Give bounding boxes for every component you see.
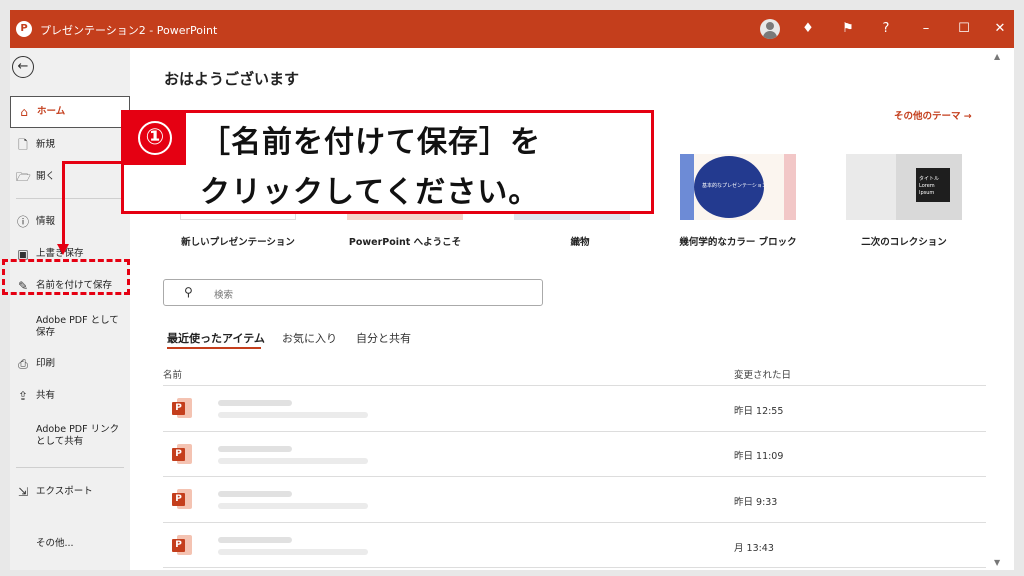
export-icon: ⇲ <box>17 485 29 499</box>
row-divider <box>163 476 986 477</box>
more-themes-link[interactable]: その他のテーマ → <box>894 108 972 122</box>
row-divider <box>163 522 986 523</box>
blurred-file-path <box>218 503 368 509</box>
blurred-file-name <box>218 537 292 543</box>
sidebar-item-share-adobe-pdf-link[interactable]: Adobe PDF リンクとして共有 <box>10 423 130 449</box>
template-label: 幾何学的なカラー ブロック <box>679 237 797 248</box>
scroll-up-icon[interactable]: ▲ <box>994 52 1000 61</box>
step-badge: ① <box>124 113 186 165</box>
pptx-file-icon: P <box>172 489 192 509</box>
lightbulb-icon[interactable]: ♦ <box>796 18 820 40</box>
home-icon: ⌂ <box>20 105 28 119</box>
blurred-file-name <box>218 491 292 497</box>
print-icon: ⎙ <box>18 357 28 371</box>
new-document-icon: 🗋 <box>18 138 28 152</box>
tab-recent[interactable]: 最近使ったアイテム <box>167 330 265 346</box>
row-divider <box>163 567 986 568</box>
blurred-file-path <box>218 458 368 464</box>
search-input[interactable]: ⚲ 検索 <box>163 279 543 306</box>
sidebar-item-label: Adobe PDF として保存 <box>36 315 119 338</box>
sidebar-item-label: 開く <box>36 171 56 182</box>
sidebar-item-label: エクスポート <box>36 486 93 497</box>
sidebar-item-more[interactable]: その他... <box>10 537 130 555</box>
row-divider <box>163 385 986 386</box>
sidebar-item-share[interactable]: ⇪ 共有 <box>10 389 130 407</box>
pptx-file-icon: P <box>172 398 192 418</box>
minimize-icon[interactable]: – <box>914 18 938 40</box>
maximize-icon[interactable]: ☐ <box>952 18 976 40</box>
scroll-down-icon[interactable]: ▼ <box>994 558 1000 567</box>
template-quadratic[interactable]: タイトル Lorem Ipsum <box>846 154 962 220</box>
search-icon: ⚲ <box>184 285 193 299</box>
sidebar-item-save-adobe-pdf[interactable]: Adobe PDF として保存 <box>10 314 130 340</box>
sidebar-item-label: 共有 <box>36 390 56 401</box>
info-icon: ⓘ <box>16 215 29 229</box>
sidebar-divider <box>16 198 124 199</box>
instruction-line-1: ［名前を付けて保存］を <box>200 125 541 160</box>
blurred-file-path <box>218 412 368 418</box>
template-thumb-text: タイトル Lorem Ipsum <box>919 176 940 196</box>
sidebar-item-label: 情報 <box>36 216 56 227</box>
feedback-icon[interactable]: ⚑ <box>836 18 860 40</box>
step-number: ① <box>138 121 172 155</box>
account-icon[interactable] <box>760 19 780 39</box>
sidebar-item-label: その他... <box>36 538 74 549</box>
search-placeholder: 検索 <box>214 290 234 301</box>
file-modified-date: 月 13:43 <box>734 543 774 554</box>
template-geometric[interactable]: 基本的なプレゼンテーション <box>680 154 796 220</box>
column-header-name[interactable]: 名前 <box>163 367 182 381</box>
share-icon: ⇪ <box>17 389 29 403</box>
template-accent <box>680 154 694 220</box>
folder-open-icon: 🗁 <box>16 170 31 184</box>
template-accent <box>784 154 796 220</box>
instruction-callout: ① ［名前を付けて保存］を クリックしてください。 <box>121 110 654 214</box>
template-thumb-text: 基本的なプレゼンテーション <box>702 183 767 189</box>
tab-active-indicator <box>167 347 261 349</box>
save-as-highlight <box>2 259 130 295</box>
pptx-file-icon: P <box>172 444 192 464</box>
file-modified-date: 昨日 9:33 <box>734 497 778 508</box>
powerpoint-window: P プレゼンテーション2 - PowerPoint ♦ ⚑ ? – ☐ ✕ ← … <box>10 10 1014 570</box>
sidebar-item-label: 印刷 <box>36 358 56 369</box>
callout-connector <box>62 161 122 164</box>
row-divider <box>163 431 986 432</box>
sidebar-item-print[interactable]: ⎙ 印刷 <box>10 357 130 375</box>
blurred-file-path <box>218 549 368 555</box>
blurred-file-name <box>218 446 292 452</box>
title-bar: P プレゼンテーション2 - PowerPoint ♦ ⚑ ? – ☐ ✕ <box>10 10 1014 48</box>
pptx-file-icon: P <box>172 535 192 555</box>
template-label: PowerPoint へようこそ <box>348 237 462 248</box>
tab-shared[interactable]: 自分と共有 <box>356 330 411 346</box>
file-modified-date: 昨日 11:09 <box>734 451 784 462</box>
sidebar-item-label: ホーム <box>37 106 66 117</box>
sidebar-divider <box>16 467 124 468</box>
sidebar-item-export[interactable]: ⇲ エクスポート <box>10 485 130 503</box>
column-header-modified[interactable]: 変更された日 <box>734 367 791 381</box>
greeting-heading: おはようございます <box>164 70 300 88</box>
sidebar-item-label: Adobe PDF リンクとして共有 <box>36 424 120 447</box>
tab-favorites[interactable]: お気に入り <box>282 330 337 346</box>
file-modified-date: 昨日 12:55 <box>734 406 784 417</box>
template-label: 二次のコレクション <box>861 237 947 248</box>
arrow-down-icon <box>57 244 69 255</box>
sidebar-item-label: 新規 <box>36 139 56 150</box>
help-icon[interactable]: ? <box>874 18 898 40</box>
instruction-line-2: クリックしてください。 <box>200 175 540 210</box>
sidebar-item-home[interactable]: ⌂ ホーム <box>10 96 130 128</box>
sidebar-item-open[interactable]: 🗁 開く <box>10 170 130 188</box>
close-icon[interactable]: ✕ <box>988 18 1012 40</box>
back-arrow-icon[interactable]: ← <box>12 56 34 78</box>
template-label: 新しいプレゼンテーション <box>181 237 295 248</box>
callout-connector <box>62 162 65 246</box>
blurred-file-name <box>218 400 292 406</box>
sidebar-item-info[interactable]: ⓘ 情報 <box>10 215 130 233</box>
template-accent <box>846 154 896 220</box>
backstage-sidebar: ← ⌂ ホーム 🗋 新規 🗁 開く ⓘ 情報 ▣ 上書き保存 ✎ 名前を付けて保… <box>10 48 130 570</box>
window-title: プレゼンテーション2 - PowerPoint <box>40 24 218 37</box>
template-label: 織物 <box>570 237 590 248</box>
sidebar-item-new[interactable]: 🗋 新規 <box>10 138 130 156</box>
powerpoint-app-icon: P <box>16 21 32 37</box>
